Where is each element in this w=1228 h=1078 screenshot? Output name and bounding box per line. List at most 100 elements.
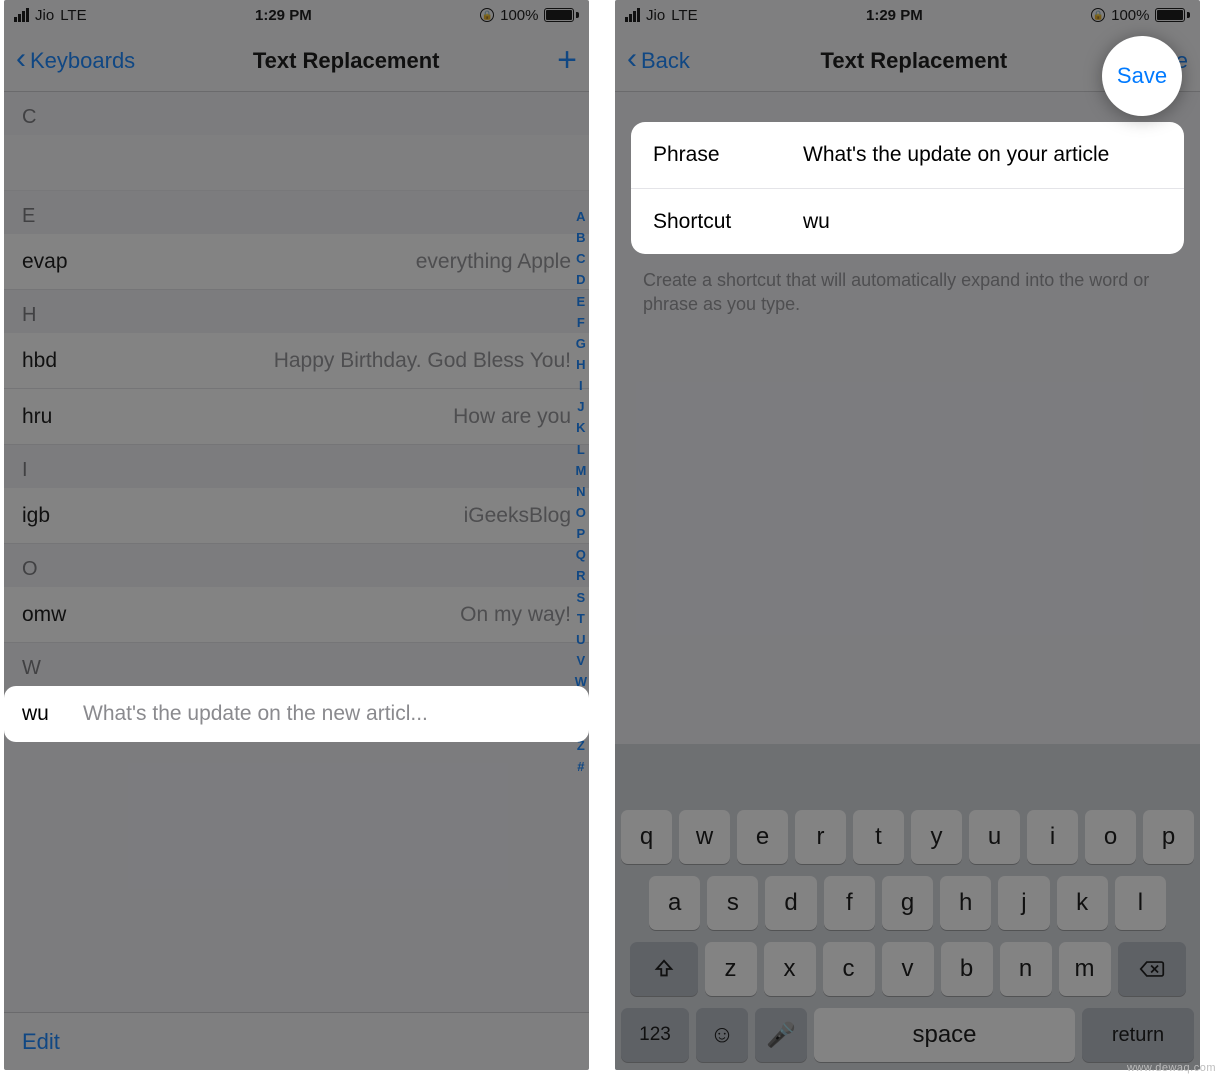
- key-g[interactable]: g: [882, 876, 933, 930]
- status-bar: Jio LTE 1:29 PM 🔒 100%: [4, 0, 589, 30]
- key-b[interactable]: b: [941, 942, 993, 996]
- phrase-input[interactable]: What's the update on your article: [803, 143, 1162, 167]
- shortcut-field-row[interactable]: Shortcut wu: [631, 188, 1184, 254]
- return-key[interactable]: return: [1082, 1008, 1194, 1062]
- space-key[interactable]: space: [814, 1008, 1075, 1062]
- index-letter[interactable]: T: [575, 609, 587, 629]
- key-w[interactable]: w: [679, 810, 730, 864]
- key-d[interactable]: d: [765, 876, 816, 930]
- table-row[interactable]: wu What's the update on the new articl..…: [4, 686, 589, 742]
- add-button[interactable]: +: [557, 41, 577, 80]
- key-q[interactable]: q: [621, 810, 672, 864]
- shift-key[interactable]: [630, 942, 698, 996]
- key-u[interactable]: u: [969, 810, 1020, 864]
- key-v[interactable]: v: [882, 942, 934, 996]
- key-s[interactable]: s: [707, 876, 758, 930]
- key-z[interactable]: z: [705, 942, 757, 996]
- index-letter[interactable]: R: [575, 566, 587, 586]
- key-y[interactable]: y: [911, 810, 962, 864]
- index-letter[interactable]: E: [575, 292, 587, 312]
- signal-icon: [625, 8, 640, 22]
- suggestion-bar[interactable]: [621, 754, 1194, 798]
- page-title: Text Replacement: [253, 48, 440, 74]
- key-n[interactable]: n: [1000, 942, 1052, 996]
- index-letter[interactable]: P: [575, 524, 587, 544]
- table-row[interactable]: hru How are you: [4, 389, 589, 445]
- text-replacement-form: Phrase What's the update on your article…: [631, 122, 1184, 254]
- index-letter[interactable]: I: [575, 376, 587, 396]
- table-row[interactable]: omw On my way!: [4, 587, 589, 643]
- index-letter[interactable]: U: [575, 630, 587, 650]
- key-m[interactable]: m: [1059, 942, 1111, 996]
- phrase-text: everything Apple: [416, 250, 571, 274]
- key-i[interactable]: i: [1027, 810, 1078, 864]
- carrier-label: Jio: [646, 7, 665, 24]
- back-button[interactable]: ‹ Keyboards: [16, 47, 135, 74]
- index-letter[interactable]: B: [575, 228, 587, 248]
- key-l[interactable]: l: [1115, 876, 1166, 930]
- index-letter[interactable]: H: [575, 355, 587, 375]
- phrase-label: Phrase: [653, 143, 803, 167]
- numeric-key[interactable]: 123: [621, 1008, 689, 1062]
- index-letter[interactable]: O: [575, 503, 587, 523]
- key-c[interactable]: c: [823, 942, 875, 996]
- index-letter[interactable]: #: [575, 757, 587, 777]
- network-label: LTE: [60, 7, 86, 24]
- index-letter[interactable]: F: [575, 313, 587, 333]
- signal-icon: [14, 8, 29, 22]
- key-k[interactable]: k: [1057, 876, 1108, 930]
- index-letter[interactable]: A: [575, 207, 587, 227]
- battery-pct: 100%: [500, 7, 538, 24]
- shortcut-text: igb: [22, 504, 102, 528]
- emoji-icon: ☺: [710, 1021, 735, 1049]
- key-e[interactable]: e: [737, 810, 788, 864]
- table-row[interactable]: cyl call you later: [4, 135, 589, 191]
- index-letter[interactable]: G: [575, 334, 587, 354]
- index-letter[interactable]: V: [575, 651, 587, 671]
- phrase-field-row[interactable]: Phrase What's the update on your article: [631, 122, 1184, 188]
- key-t[interactable]: t: [853, 810, 904, 864]
- key-r[interactable]: r: [795, 810, 846, 864]
- page-title: Text Replacement: [821, 48, 1008, 74]
- key-p[interactable]: p: [1143, 810, 1194, 864]
- edit-button[interactable]: Edit: [22, 1029, 60, 1055]
- shift-icon: [653, 958, 675, 980]
- index-letter[interactable]: N: [575, 482, 587, 502]
- shortcut-text: evap: [22, 250, 102, 274]
- table-row[interactable]: hbd Happy Birthday. God Bless You!: [4, 333, 589, 389]
- section-header-i: I: [4, 445, 589, 488]
- navbar: ‹ Keyboards Text Replacement +: [4, 30, 589, 92]
- index-letter[interactable]: S: [575, 588, 587, 608]
- emoji-key[interactable]: ☺: [696, 1008, 748, 1062]
- mic-icon: 🎤: [766, 1021, 796, 1050]
- key-h[interactable]: h: [940, 876, 991, 930]
- key-a[interactable]: a: [649, 876, 700, 930]
- carrier-label: Jio: [35, 7, 54, 24]
- back-label: Keyboards: [30, 48, 135, 74]
- table-row[interactable]: igb iGeeksBlog: [4, 488, 589, 544]
- ios-keyboard: qwertyuiop asdfghjkl zxcvbnm 123 ☺: [615, 744, 1200, 1070]
- index-letter[interactable]: L: [575, 440, 587, 460]
- index-letter[interactable]: C: [575, 249, 587, 269]
- shortcut-input[interactable]: wu: [803, 210, 1162, 234]
- key-x[interactable]: x: [764, 942, 816, 996]
- table-row[interactable]: evap everything Apple: [4, 234, 589, 290]
- dictation-key[interactable]: 🎤: [755, 1008, 807, 1062]
- key-o[interactable]: o: [1085, 810, 1136, 864]
- shortcut-text: omw: [22, 603, 102, 627]
- backspace-key[interactable]: [1118, 942, 1186, 996]
- screen-text-replacement-edit: Jio LTE 1:29 PM 🔒 100% ‹ Back Text Repla…: [615, 0, 1200, 1070]
- key-f[interactable]: f: [824, 876, 875, 930]
- index-letter[interactable]: M: [575, 461, 587, 481]
- index-letter[interactable]: D: [575, 270, 587, 290]
- index-letter[interactable]: J: [575, 397, 587, 417]
- index-letter[interactable]: Q: [575, 545, 587, 565]
- back-button[interactable]: ‹ Back: [627, 47, 690, 74]
- chevron-left-icon: ‹: [627, 44, 637, 74]
- shortcut-label: Shortcut: [653, 210, 803, 234]
- index-letter[interactable]: K: [575, 418, 587, 438]
- section-header-e: E: [4, 191, 589, 234]
- helper-text: Create a shortcut that will automaticall…: [615, 254, 1200, 317]
- save-button-highlight[interactable]: Save: [1117, 63, 1167, 89]
- key-j[interactable]: j: [998, 876, 1049, 930]
